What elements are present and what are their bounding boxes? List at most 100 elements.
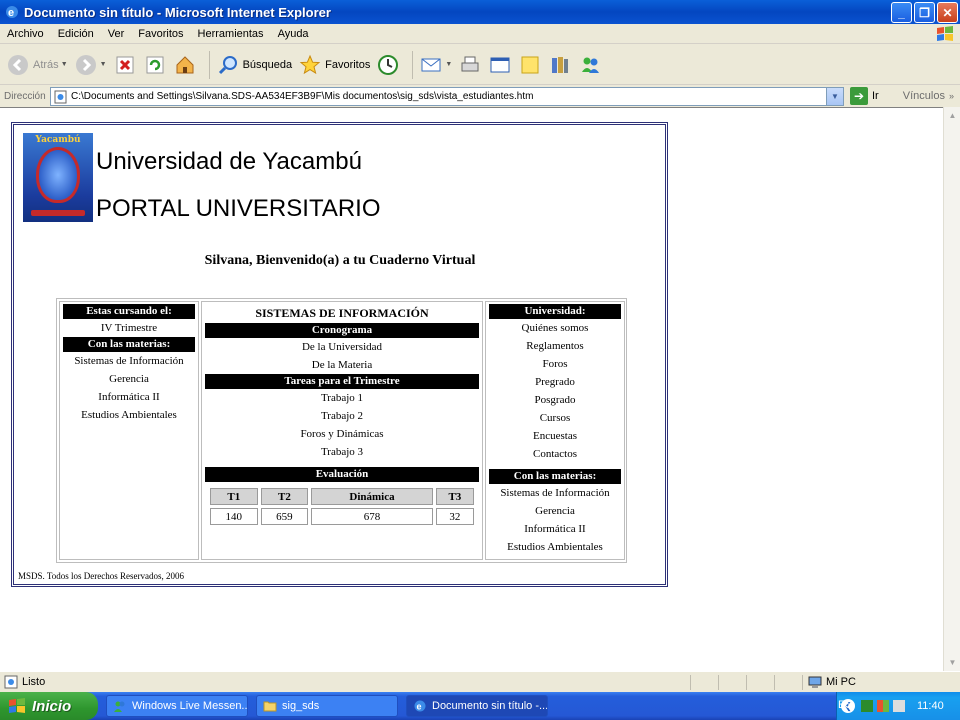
menu-favoritos[interactable]: Favoritos <box>131 28 190 40</box>
universidad-link[interactable]: Pregrado <box>486 373 624 391</box>
universidad-link[interactable]: Foros <box>486 355 624 373</box>
right-materia-link[interactable]: Estudios Ambientales <box>486 538 624 556</box>
mail-button[interactable]: ▼ <box>419 53 452 77</box>
vertical-scrollbar[interactable]: ▲ ▼ <box>943 107 960 671</box>
cronograma-header: Cronograma <box>205 323 479 338</box>
cursando-header: Estas cursando el: <box>63 304 195 319</box>
toolbar: Atrás ▼ ▼ Búsqueda Favoritos ▼ <box>0 45 960 85</box>
middle-column: SISTEMAS DE INFORMACIÓN Cronograma De la… <box>201 301 483 560</box>
universidad-link[interactable]: Quiénes somos <box>486 319 624 337</box>
edit-button[interactable] <box>488 53 512 77</box>
language-indicator[interactable]: ES <box>838 699 853 711</box>
minimize-button[interactable]: _ <box>891 2 912 23</box>
home-button[interactable] <box>173 53 197 77</box>
refresh-button[interactable] <box>143 53 167 77</box>
right-materia-link[interactable]: Gerencia <box>486 502 624 520</box>
favorites-label: Favoritos <box>325 58 371 71</box>
clock[interactable]: 11:40 <box>917 700 944 712</box>
right-materias-header: Con las materias: <box>489 469 621 484</box>
search-button[interactable]: Búsqueda <box>216 53 292 77</box>
status-divider <box>802 675 803 690</box>
title-bar: e Documento sin título - Microsoft Inter… <box>0 0 960 24</box>
window-title: Documento sin título - Microsoft Interne… <box>24 4 331 20</box>
menu-ayuda[interactable]: Ayuda <box>271 28 316 40</box>
restore-button[interactable]: ❐ <box>914 2 935 23</box>
volume-icon[interactable] <box>893 700 905 712</box>
universidad-link[interactable]: Posgrado <box>486 391 624 409</box>
home-icon <box>173 53 197 77</box>
messenger-icon <box>578 53 602 77</box>
left-materia-link[interactable]: Sistemas de Información <box>60 352 198 370</box>
cronograma-link[interactable]: De la Universidad <box>202 338 482 356</box>
favorites-button[interactable]: Favoritos <box>298 53 370 77</box>
task-label: Windows Live Messen... <box>132 700 248 712</box>
address-url: C:\Documents and Settings\Silvana.SDS-AA… <box>71 90 534 102</box>
universidad-link[interactable]: Contactos <box>486 445 624 463</box>
scroll-up-icon[interactable]: ▲ <box>944 107 960 124</box>
left-materia-link[interactable]: Gerencia <box>60 370 198 388</box>
left-materia-link[interactable]: Estudios Ambientales <box>60 406 198 424</box>
links-button[interactable]: Vínculos » <box>903 90 954 102</box>
messenger-icon <box>114 701 125 712</box>
stop-button[interactable] <box>113 53 137 77</box>
history-button[interactable] <box>376 53 400 77</box>
internet-explorer-icon: e <box>6 6 18 19</box>
address-bar: Dirección C:\Documents and Settings\Silv… <box>0 85 960 107</box>
logo-ribbon <box>31 210 85 216</box>
my-computer-icon <box>808 676 822 688</box>
discuss-button[interactable] <box>518 53 542 77</box>
right-materia-link[interactable]: Informática II <box>486 520 624 538</box>
start-button[interactable]: Inicio <box>0 692 98 720</box>
taskbar-item-folder[interactable]: sig_sds <box>256 695 398 717</box>
eval-value: 140 <box>210 508 258 525</box>
tarea-link[interactable]: Foros y Dinámicas <box>202 425 482 443</box>
right-materia-link[interactable]: Sistemas de Información <box>486 484 624 502</box>
universidad-link[interactable]: Reglamentos <box>486 337 624 355</box>
subject-title: SISTEMAS DE INFORMACIÓN <box>255 306 429 320</box>
status-bar: Listo Mi PC <box>0 671 960 692</box>
menu-edicion[interactable]: Edición <box>51 28 101 40</box>
close-button[interactable]: ✕ <box>937 2 958 23</box>
menu-archivo[interactable]: Archivo <box>0 28 51 40</box>
page-done-icon <box>4 675 18 689</box>
search-icon <box>216 53 240 77</box>
university-logo: Yacambú <box>23 133 93 222</box>
toolbar-separator <box>208 50 210 79</box>
eval-value: 32 <box>435 508 474 525</box>
books-icon <box>548 53 572 77</box>
folder-icon <box>263 701 277 712</box>
edit-page-icon <box>488 53 512 77</box>
evaluacion-header: Evaluación <box>205 467 479 482</box>
address-input[interactable]: C:\Documents and Settings\Silvana.SDS-AA… <box>50 86 844 106</box>
windows-security-icon[interactable] <box>877 700 889 712</box>
print-button[interactable] <box>458 53 482 77</box>
chevron-down-icon[interactable]: ▼ <box>826 87 843 105</box>
menu-herramientas[interactable]: Herramientas <box>191 28 271 40</box>
universidad-link[interactable]: Encuestas <box>486 427 624 445</box>
windows-logo-icon <box>937 26 953 41</box>
network-icon[interactable] <box>861 700 873 712</box>
back-button[interactable]: Atrás ▼ <box>6 53 68 77</box>
go-button[interactable]: ➔ Ir <box>850 87 879 105</box>
messenger-button[interactable] <box>578 53 602 77</box>
chevron-down-icon: ▼ <box>445 61 453 68</box>
forward-button[interactable]: ▼ <box>74 53 107 77</box>
scroll-down-icon[interactable]: ▼ <box>944 654 960 671</box>
tarea-link[interactable]: Trabajo 1 <box>202 389 482 407</box>
tarea-link[interactable]: Trabajo 2 <box>202 407 482 425</box>
universidad-link[interactable]: Cursos <box>486 409 624 427</box>
cronograma-link[interactable]: De la Materia <box>202 356 482 374</box>
logo-seal <box>36 147 80 203</box>
toolbar-separator <box>412 50 414 79</box>
taskbar-item-browser[interactable]: e Documento sin título -... <box>406 695 548 717</box>
tarea-link[interactable]: Trabajo 3 <box>202 443 482 461</box>
menu-ver[interactable]: Ver <box>101 28 132 40</box>
research-button[interactable] <box>548 53 572 77</box>
page-frame: Yacambú Universidad de Yacambú PORTAL UN… <box>11 122 668 587</box>
taskbar-item-messenger[interactable]: Windows Live Messen... <box>106 695 248 717</box>
task-label: Documento sin título -... <box>432 700 548 712</box>
security-zone: Mi PC <box>808 675 856 689</box>
svg-text:e: e <box>417 702 422 712</box>
chevron-down-icon: ▼ <box>60 61 68 68</box>
left-materia-link[interactable]: Informática II <box>60 388 198 406</box>
